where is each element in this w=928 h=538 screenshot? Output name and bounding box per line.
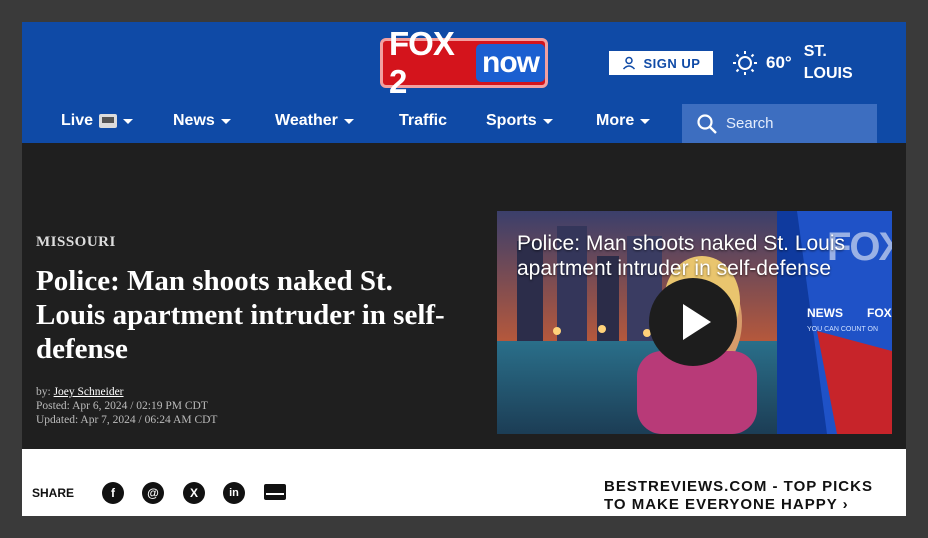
chevron-down-icon	[640, 118, 651, 124]
chevron-down-icon	[542, 118, 553, 124]
updated-date: Updated: Apr 7, 2024 / 06:24 AM CDT	[36, 414, 218, 426]
fox-overlay-fox: FOX	[867, 306, 892, 320]
sun-icon	[733, 51, 757, 75]
chevron-down-icon	[343, 118, 354, 124]
fox-overlay-tagline: YOU CAN COUNT ON	[807, 326, 879, 333]
nav-label: News	[173, 112, 215, 129]
fox-overlay-news: NEWS	[807, 306, 843, 320]
main-nav: Live News Weather Traffic Sports More Se…	[22, 102, 906, 143]
facebook-icon[interactable]: f	[102, 482, 124, 504]
play-button[interactable]	[649, 278, 737, 366]
share-bar: SHARE f @ X in BESTREVIEWS.COM - TOP PIC…	[22, 449, 906, 516]
sign-up-label: SIGN UP	[643, 55, 701, 71]
share-label: SHARE	[32, 486, 75, 500]
page: FOX 2 now SIGN UP 60° ST. LOUIS Live New…	[22, 22, 906, 516]
search-placeholder: Search	[726, 115, 774, 132]
nav-item-news[interactable]: News	[173, 112, 231, 130]
video-title: Police: Man shoots naked St. Louis apart…	[517, 232, 846, 280]
nav-item-sports[interactable]: Sports	[486, 112, 553, 130]
author-link[interactable]: Joey Schneider	[54, 386, 124, 398]
video-player[interactable]: FOX NEWS YOU CAN COUNT ON FOX Police: Ma…	[497, 211, 892, 434]
tv-icon	[99, 114, 118, 128]
article-headline: Police: Man shoots naked St. Louis apart…	[36, 265, 445, 365]
byline-author-row: by: Joey Schneider	[36, 385, 217, 399]
byline-prefix: by:	[36, 386, 51, 398]
logo-now-text: now	[476, 44, 545, 82]
search-input[interactable]: Search	[682, 104, 877, 143]
weather-temp: 60°	[766, 53, 792, 72]
nav-label: Traffic	[399, 112, 448, 129]
posted-date: Posted: Apr 6, 2024 / 02:19 PM CDT	[36, 400, 208, 412]
user-icon	[622, 56, 635, 70]
nav-label: Live	[61, 112, 94, 129]
nav-item-live[interactable]: Live	[61, 112, 134, 130]
sign-up-button[interactable]: SIGN UP	[607, 49, 715, 77]
search-icon	[697, 113, 717, 134]
threads-icon[interactable]: @	[142, 482, 164, 504]
article-byline: by: Joey Schneider Posted: Apr 6, 2024 /…	[36, 385, 217, 427]
nav-item-more[interactable]: More	[596, 112, 651, 130]
weather-widget[interactable]: 60° ST. LOUIS	[732, 40, 864, 86]
weather-city: ST. LOUIS	[803, 43, 853, 82]
nav-item-traffic[interactable]: Traffic	[399, 112, 447, 130]
x-icon[interactable]: X	[183, 482, 205, 504]
chevron-down-icon	[123, 118, 134, 124]
nav-item-weather[interactable]: Weather	[275, 112, 354, 130]
fox2now-logo[interactable]: FOX 2 now	[380, 25, 548, 100]
nav-label: More	[596, 112, 635, 129]
linkedin-icon[interactable]: in	[223, 482, 245, 504]
chevron-down-icon	[220, 118, 231, 124]
site-header: FOX 2 now SIGN UP 60° ST. LOUIS Live New…	[22, 22, 906, 143]
nav-label: Sports	[486, 112, 537, 129]
mail-icon[interactable]	[264, 484, 286, 500]
section-label[interactable]: MISSOURI	[36, 234, 116, 251]
bestreviews-promo-link[interactable]: BESTREVIEWS.COM - TOP PICKS TO MAKE EVER…	[604, 478, 894, 514]
nav-label: Weather	[275, 112, 338, 129]
logo-fox-text: FOX 2	[389, 25, 455, 100]
